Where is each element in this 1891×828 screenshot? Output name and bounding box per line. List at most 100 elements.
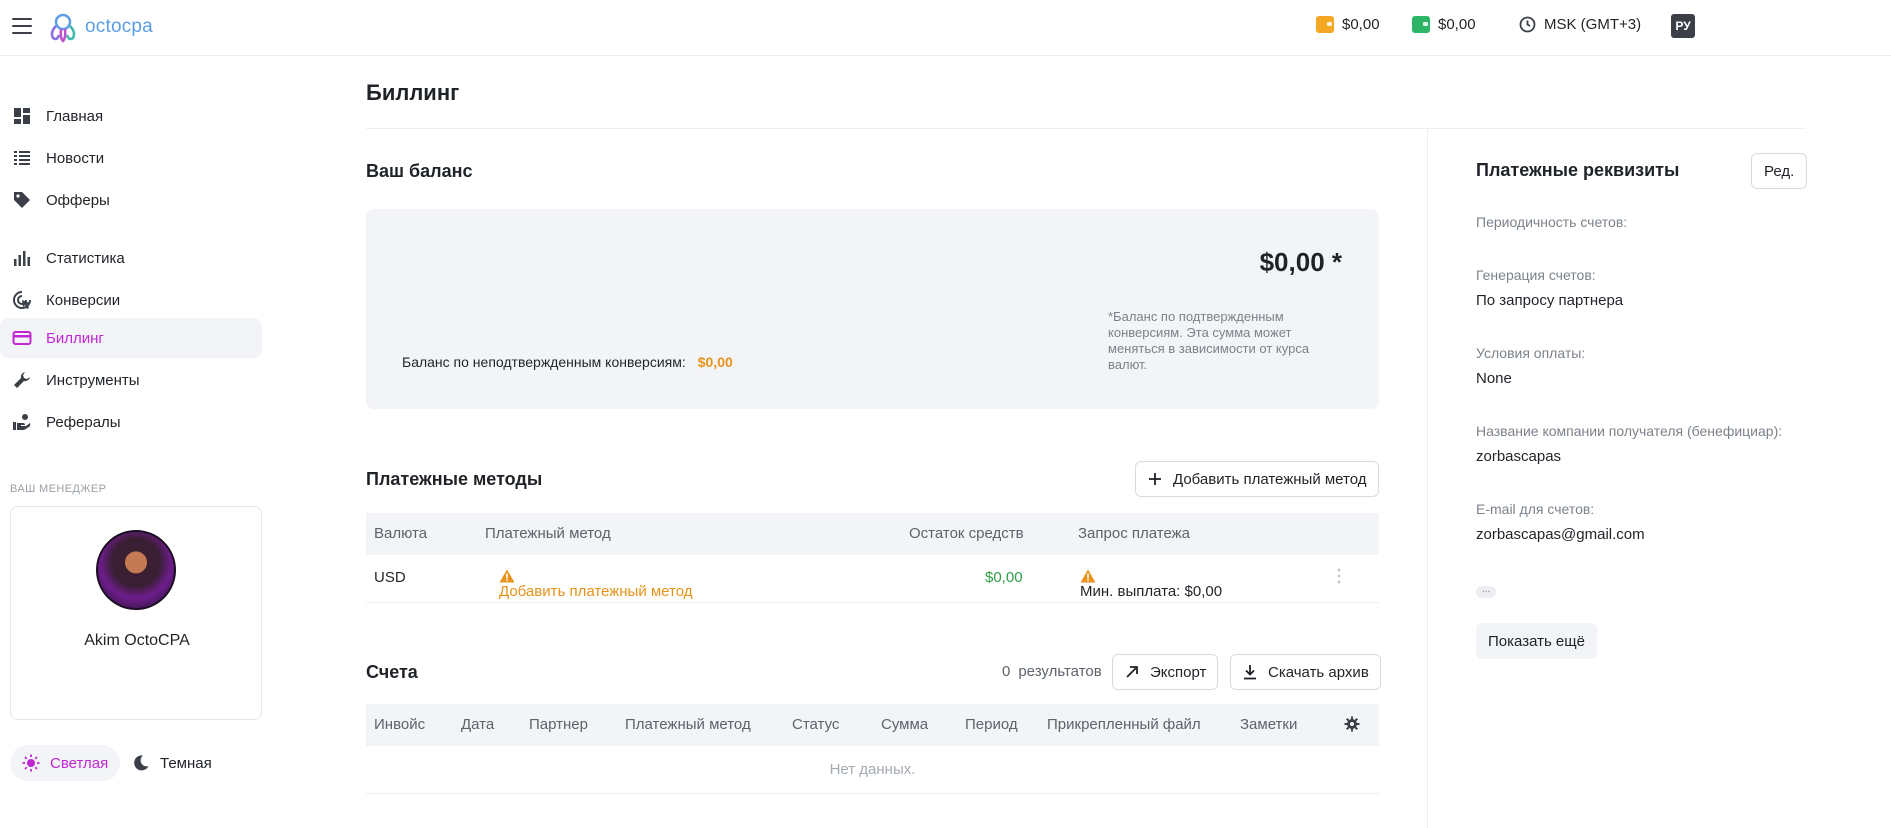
unconfirmed-label: Баланс по неподтвержденным конверсиям: bbox=[402, 354, 686, 370]
bar-chart-icon bbox=[14, 251, 30, 266]
wallet-balance-1[interactable]: $0,00 bbox=[1316, 16, 1380, 33]
wrench-icon bbox=[14, 372, 30, 388]
divider bbox=[366, 128, 1806, 129]
detail-label: E-mail для счетов: bbox=[1476, 501, 1595, 517]
page-title: Биллинг bbox=[366, 80, 460, 105]
theme-light-button[interactable]: Светлая bbox=[10, 745, 121, 781]
sidebar-item-statistics[interactable]: Статистика bbox=[0, 238, 262, 278]
wallet-amount-2: $0,00 bbox=[1438, 16, 1476, 33]
detail-value: По запросу партнера bbox=[1476, 292, 1624, 309]
referral-hand-icon bbox=[13, 414, 31, 430]
column-header: Прикрепленный файл bbox=[1047, 716, 1201, 733]
balance-amount: $0,00 * bbox=[1259, 247, 1342, 277]
show-more-button[interactable]: Показать ещё bbox=[1476, 623, 1597, 659]
clock-icon bbox=[1519, 16, 1536, 33]
column-header: Запрос платежа bbox=[1078, 525, 1191, 542]
download-archive-button[interactable]: Скачать архив bbox=[1230, 654, 1381, 690]
tag-icon bbox=[14, 192, 30, 208]
credit-card-icon bbox=[12, 331, 32, 345]
payment-methods-table: Валюта Платежный метод Остаток средств З… bbox=[366, 513, 1379, 603]
column-header: Платежный метод bbox=[485, 525, 611, 542]
sidebar-item-label: Офферы bbox=[46, 191, 110, 209]
sidebar-item-offers[interactable]: Офферы bbox=[0, 180, 262, 220]
payment-details-title: Платежные реквизиты bbox=[1476, 160, 1680, 180]
min-payout-label: Мин. выплата: $0,00 bbox=[1080, 583, 1223, 600]
detail-label: Генерация счетов: bbox=[1476, 267, 1596, 283]
top-header: octocpa $0,00 $0,00 MSK (GMT+3) РУ bbox=[0, 0, 1891, 56]
news-list-icon bbox=[14, 151, 30, 165]
ellipsis-chip: ... bbox=[1476, 585, 1496, 598]
balance-note: *Баланс по подтвержденным конверсиям. Эт… bbox=[1108, 309, 1310, 372]
theme-light-label: Светлая bbox=[50, 754, 109, 772]
dashboard-icon bbox=[14, 108, 30, 124]
octopus-logo-icon bbox=[50, 13, 76, 43]
column-header: Валюта bbox=[374, 525, 428, 542]
download-archive-label: Скачать архив bbox=[1268, 663, 1369, 681]
add-payment-method-button[interactable]: Добавить платежный метод bbox=[1135, 461, 1379, 497]
sidebar-item-label: Новости bbox=[46, 149, 105, 167]
sidebar-item-home[interactable]: Главная bbox=[0, 96, 262, 136]
detail-value: zorbascapas bbox=[1476, 448, 1562, 465]
column-header: Заметки bbox=[1240, 716, 1298, 733]
sidebar-item-label: Биллинг bbox=[46, 329, 104, 347]
export-button[interactable]: Экспорт bbox=[1112, 654, 1219, 690]
sidebar-item-label: Статистика bbox=[46, 249, 125, 267]
sun-icon bbox=[22, 754, 40, 772]
edit-button[interactable]: Ред. bbox=[1751, 153, 1808, 189]
column-header: Остаток средств bbox=[909, 525, 1024, 542]
unconfirmed-balance: Баланс по неподтвержденным конверсиям: $… bbox=[402, 354, 733, 370]
sidebar-item-news[interactable]: Новости bbox=[0, 138, 262, 178]
table-header: Инвойс Дата Партнер Платежный метод Стат… bbox=[366, 704, 1379, 746]
add-method-link[interactable]: Добавить платежный метод bbox=[499, 569, 693, 600]
gear-icon[interactable] bbox=[1344, 716, 1360, 736]
theme-dark-label: Темная bbox=[160, 754, 212, 772]
menu-icon[interactable] bbox=[12, 18, 32, 34]
manager-card: Akim OctoCPA bbox=[10, 506, 262, 720]
sidebar-item-tools[interactable]: Инструменты bbox=[0, 360, 262, 400]
logo[interactable]: octocpa bbox=[45, 10, 153, 44]
sidebar-item-label: Рефералы bbox=[46, 413, 121, 431]
wallet-balance-2[interactable]: $0,00 bbox=[1412, 16, 1476, 33]
detail-value: zorbascapas@gmail.com bbox=[1476, 526, 1645, 543]
wallet-icon bbox=[1316, 16, 1334, 33]
results-count: 0 bbox=[1002, 663, 1011, 680]
balance-card: $0,00 * *Баланс по подтвержденным конвер… bbox=[366, 209, 1379, 409]
balance-section-title: Ваш баланс bbox=[366, 161, 473, 181]
balance-cell: $0,00 bbox=[985, 569, 1023, 586]
sidebar-item-conversions[interactable]: Конверсии bbox=[0, 280, 262, 320]
timezone-selector[interactable]: MSK (GMT+3) bbox=[1519, 16, 1641, 33]
column-header: Дата bbox=[461, 716, 495, 733]
invoices-title: Счета bbox=[366, 662, 418, 682]
arrow-up-right-icon bbox=[1126, 666, 1138, 678]
add-payment-method-label: Добавить платежный метод bbox=[1173, 470, 1367, 488]
theme-dark-button[interactable]: Темная bbox=[120, 745, 224, 781]
download-icon bbox=[1244, 665, 1256, 680]
sidebar-item-billing[interactable]: Биллинг bbox=[0, 318, 262, 358]
row-menu-icon[interactable] bbox=[1336, 567, 1342, 589]
column-header: Партнер bbox=[529, 716, 588, 733]
table-header: Валюта Платежный метод Остаток средств З… bbox=[366, 513, 1379, 555]
payment-request-cell: Мин. выплата: $0,00 bbox=[1080, 569, 1222, 600]
detail-value: None bbox=[1476, 370, 1512, 387]
timezone-label: MSK (GMT+3) bbox=[1544, 16, 1642, 33]
sidebar-item-label: Конверсии bbox=[46, 291, 121, 309]
manager-name: Akim OctoCPA bbox=[84, 632, 190, 649]
column-header: Статус bbox=[792, 716, 840, 733]
export-label: Экспорт bbox=[1150, 663, 1207, 681]
wallet-amount-1: $0,00 bbox=[1342, 16, 1380, 33]
language-switch[interactable]: РУ bbox=[1671, 14, 1695, 38]
detail-label: Условия оплаты: bbox=[1476, 345, 1586, 361]
add-method-link-label: Добавить платежный метод bbox=[499, 583, 693, 600]
sidebar-item-label: Главная bbox=[46, 107, 104, 125]
payment-methods-title: Платежные методы bbox=[366, 469, 543, 489]
table-row: USD Добавить платежный метод $0,00 Мин. … bbox=[366, 555, 1379, 603]
wallet-icon bbox=[1412, 16, 1430, 33]
column-header: Период bbox=[965, 716, 1018, 733]
target-cursor-icon bbox=[13, 291, 31, 309]
divider bbox=[1427, 129, 1428, 828]
sidebar-item-referrals[interactable]: Рефералы bbox=[0, 402, 262, 442]
warning-icon bbox=[1080, 569, 1096, 583]
results-label: результатов bbox=[1018, 663, 1102, 680]
plus-icon bbox=[1149, 473, 1161, 485]
column-header: Платежный метод bbox=[625, 716, 751, 733]
